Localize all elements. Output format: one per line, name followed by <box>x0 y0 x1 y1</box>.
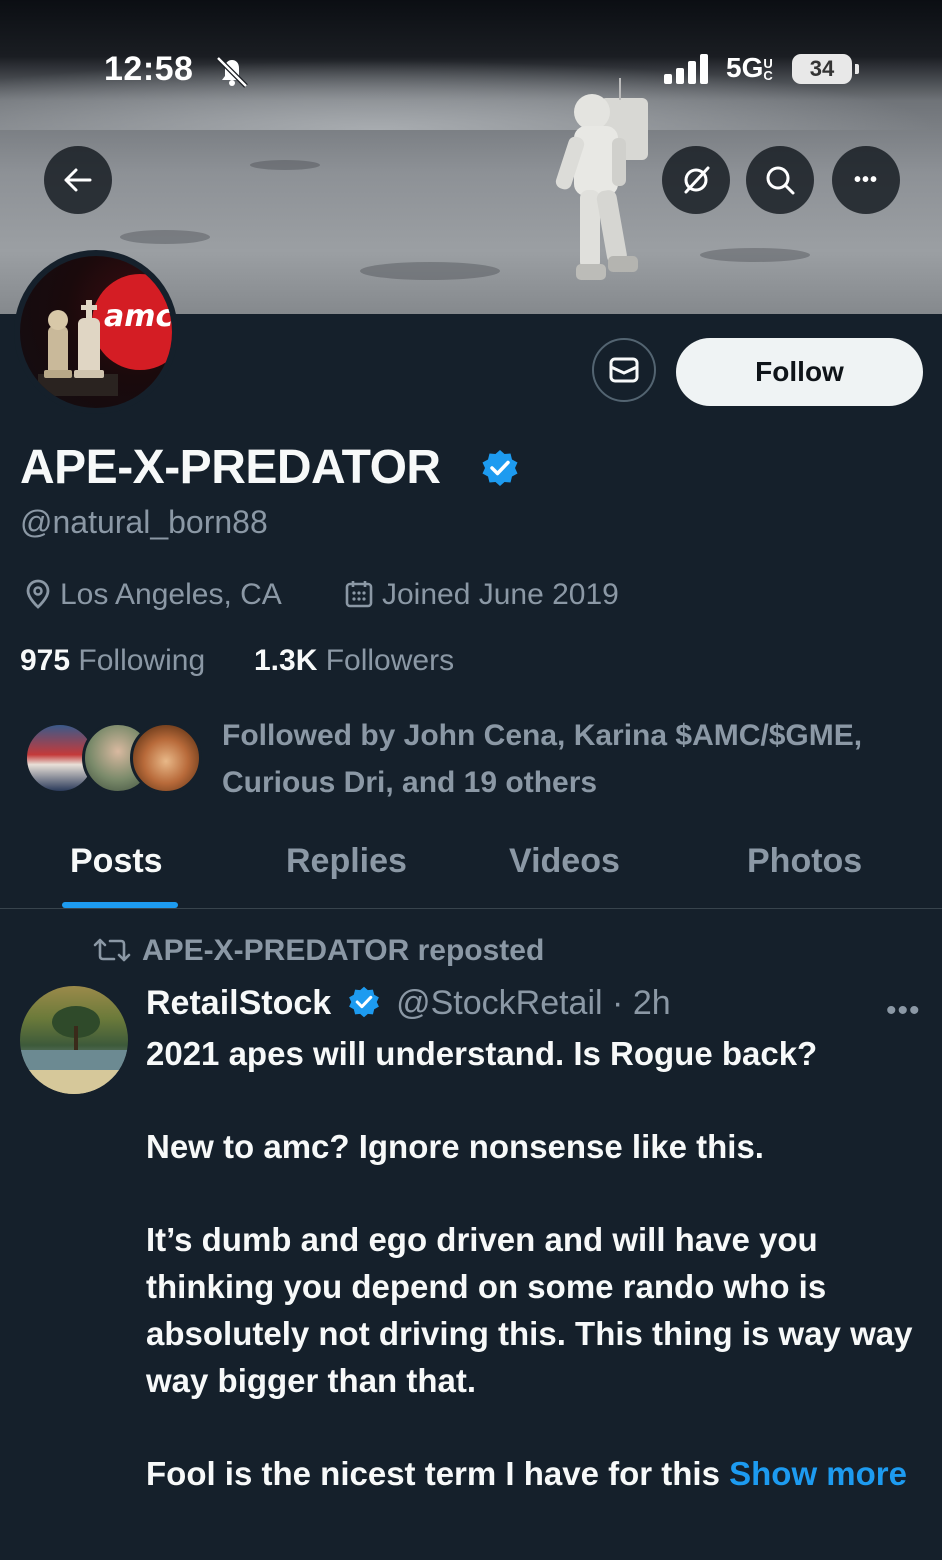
following-label: Following <box>78 644 206 677</box>
avatar-image: amc <box>20 256 172 408</box>
tab-posts[interactable]: Posts <box>70 842 163 881</box>
post-paragraph: It’s dumb and ego driven and will have y… <box>146 1221 913 1399</box>
profile-display-name: APE-X-PREDATOR <box>20 441 441 494</box>
bell-slash-icon <box>216 56 248 88</box>
following-link[interactable]: 975 Following <box>20 644 205 678</box>
following-count: 975 <box>20 644 71 677</box>
followed-by-text[interactable]: Followed by John Cena, Karina $AMC/$GME,… <box>222 712 922 806</box>
profile-joined: Joined June 2019 <box>344 578 619 612</box>
battery-tip <box>855 64 859 74</box>
profile-location: Los Angeles, CA <box>24 578 282 612</box>
location-text: Los Angeles, CA <box>60 578 282 611</box>
astronaut-illustration <box>555 78 648 280</box>
post-paragraph: Fool is the nicest term I have for this <box>146 1455 720 1492</box>
post-text[interactable]: 2021 apes will understand. Is Rogue back… <box>146 1030 916 1497</box>
profile-avatar[interactable]: amc <box>14 250 178 414</box>
joined-text: Joined June 2019 <box>382 578 619 611</box>
post-author-handle[interactable]: @StockRetail <box>396 984 602 1022</box>
back-arrow-icon <box>64 168 92 192</box>
repost-indicator: APE-X-PREDATOR reposted <box>92 934 544 968</box>
verified-badge-icon[interactable] <box>347 985 381 1019</box>
repost-icon <box>93 938 131 962</box>
status-time: 12:58 <box>104 50 194 88</box>
post-author-name[interactable]: RetailStock <box>146 984 331 1022</box>
post-author-avatar[interactable] <box>20 986 128 1094</box>
location-pin-icon <box>26 579 50 609</box>
envelope-icon <box>609 357 639 383</box>
verified-badge-icon[interactable] <box>480 448 520 488</box>
grok-button[interactable] <box>662 146 730 214</box>
follow-button[interactable]: Follow <box>676 338 923 406</box>
followers-link[interactable]: 1.3K Followers <box>254 644 454 678</box>
more-options-button[interactable]: ••• <box>832 146 900 214</box>
show-more-link[interactable]: Show more <box>729 1455 907 1492</box>
signal-icon <box>664 54 708 84</box>
profile-tabs: Posts Replies Videos Photos <box>0 830 942 909</box>
more-icon: ••• <box>853 168 878 191</box>
post-paragraph: New to amc? Ignore nonsense like this. <box>146 1128 764 1165</box>
post-header: RetailStock @StockRetail · 2h <box>146 984 671 1023</box>
repost-label: APE-X-PREDATOR reposted <box>142 934 545 967</box>
search-icon <box>766 166 795 195</box>
followers-label: Followers <box>325 644 455 677</box>
post-paragraph: 2021 apes will understand. Is Rogue back… <box>146 1035 818 1072</box>
tab-videos[interactable]: Videos <box>509 842 620 881</box>
message-button[interactable] <box>592 338 656 402</box>
calendar-icon <box>345 581 373 608</box>
battery-indicator: 34 <box>792 54 852 84</box>
profile-handle: @natural_born88 <box>20 504 268 540</box>
landscape-illustration <box>20 1006 128 1094</box>
status-bar: 12:58 5GUC 34 <box>0 40 942 100</box>
back-button[interactable] <box>44 146 112 214</box>
grok-icon <box>684 166 710 194</box>
post-paragraph-last: Fool is the nicest term I have for this … <box>146 1450 916 1497</box>
chess-pieces-illustration <box>38 300 118 396</box>
post-separator: · <box>612 984 624 1022</box>
banner-crater <box>360 262 500 280</box>
post-time[interactable]: 2h <box>633 984 671 1022</box>
banner-crater <box>700 248 810 262</box>
search-button[interactable] <box>746 146 814 214</box>
post-more-button[interactable]: ••• <box>886 994 921 1028</box>
active-tab-indicator <box>62 902 178 908</box>
banner-crater <box>120 230 210 244</box>
followers-count: 1.3K <box>254 644 318 677</box>
tab-photos[interactable]: Photos <box>747 842 862 881</box>
tab-replies[interactable]: Replies <box>286 842 407 881</box>
banner-crater <box>250 160 320 170</box>
network-label: 5GUC <box>726 52 773 83</box>
follower-avatar[interactable] <box>130 722 202 794</box>
